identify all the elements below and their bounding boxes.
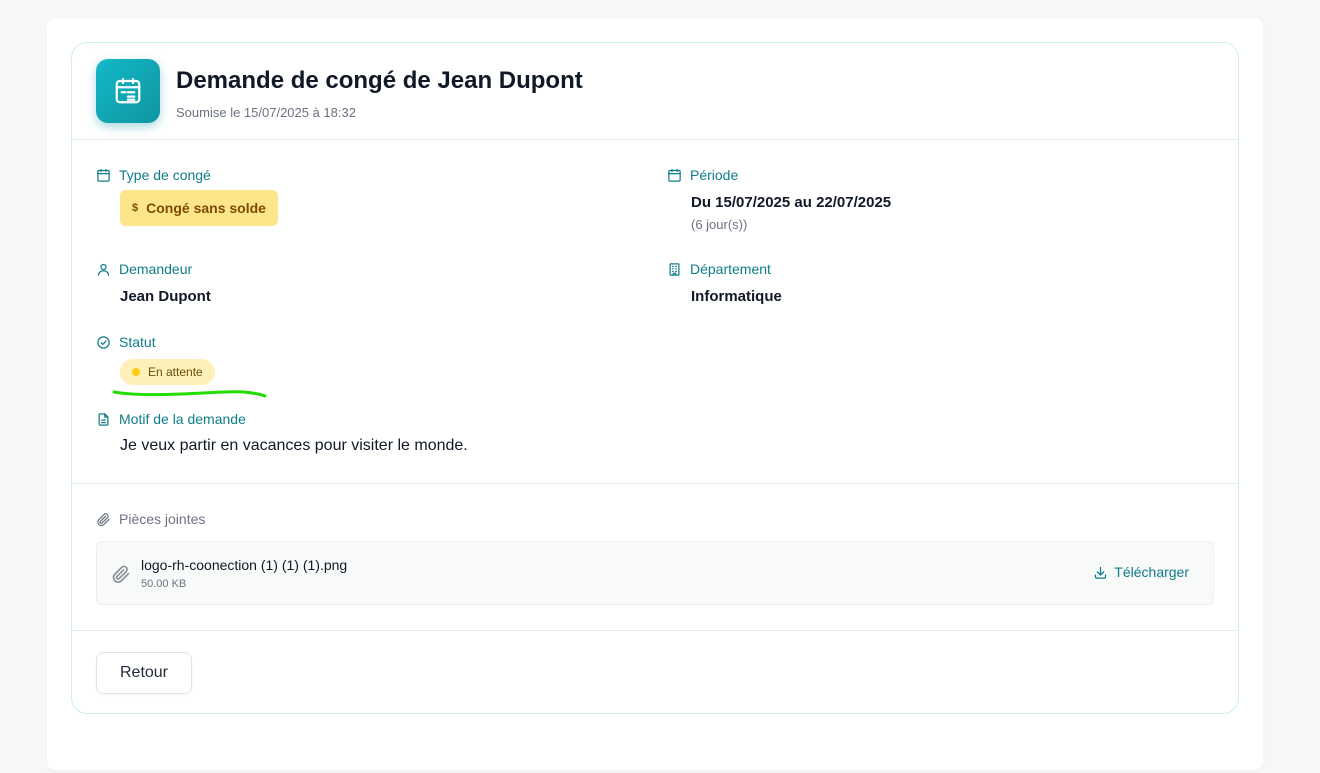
department-value: Informatique [691,288,782,305]
reason-label: Motif de la demande [96,411,246,427]
back-button[interactable]: Retour [96,652,192,694]
footer-divider [72,630,1238,631]
card-header: Demande de congé de Jean Dupont Soumise … [72,43,1238,140]
status-dot [132,368,140,376]
status-label: Statut [96,334,156,350]
green-annotation-stroke [112,390,267,398]
status-badge: En attente [120,359,215,385]
leave-type-label-text: Type de congé [119,167,211,183]
building-icon [669,262,680,276]
period-value: Du 15/07/2025 au 22/07/2025 [691,194,892,211]
reason-label-text: Motif de la demande [119,411,246,427]
period-label-text: Période [690,167,739,183]
period-label: Période [667,167,738,183]
leave-type-label: Type de congé [96,167,211,183]
status-value: En attente [148,365,203,379]
requester-label-text: Demandeur [119,261,193,277]
paperclip-icon [112,565,130,583]
department-label: Département [667,261,771,277]
paperclip-icon [97,512,110,526]
status-label-text: Statut [119,334,156,350]
section-divider [72,483,1238,484]
document-icon [98,412,109,426]
dollar-icon: $ [132,202,139,214]
calendar-icon [96,59,160,123]
user-icon [97,263,110,276]
calendar-icon [97,168,110,182]
download-label: Télécharger [1114,564,1189,580]
calendar-icon [668,168,681,182]
requester-value: Jean Dupont [120,288,211,305]
check-circle-icon [97,335,110,349]
leave-request-card: Demande de congé de Jean Dupont Soumise … [71,42,1239,714]
leave-type-value: Congé sans solde [146,200,266,216]
download-button[interactable]: Télécharger [1093,564,1189,580]
submitted-date: Soumise le 15/07/2025 à 18:32 [176,105,356,120]
requester-label: Demandeur [96,261,192,277]
attachments-title-text: Pièces jointes [119,511,206,527]
attachment-item: logo-rh-coonection (1) (1) (1).png 50.00… [96,541,1214,605]
attachments-title: Pièces jointes [96,511,205,527]
attachment-filesize: 50.00 KB [141,578,187,590]
reason-value: Je veux partir en vacances pour visiter … [120,437,468,454]
department-label-text: Département [690,261,771,277]
period-duration: (6 jour(s)) [691,217,748,232]
attachment-filename: logo-rh-coonection (1) (1) (1).png [141,557,348,573]
leave-type-badge: $ Congé sans solde [120,190,278,226]
download-icon [1095,566,1107,579]
page-title: Demande de congé de Jean Dupont [176,67,583,94]
